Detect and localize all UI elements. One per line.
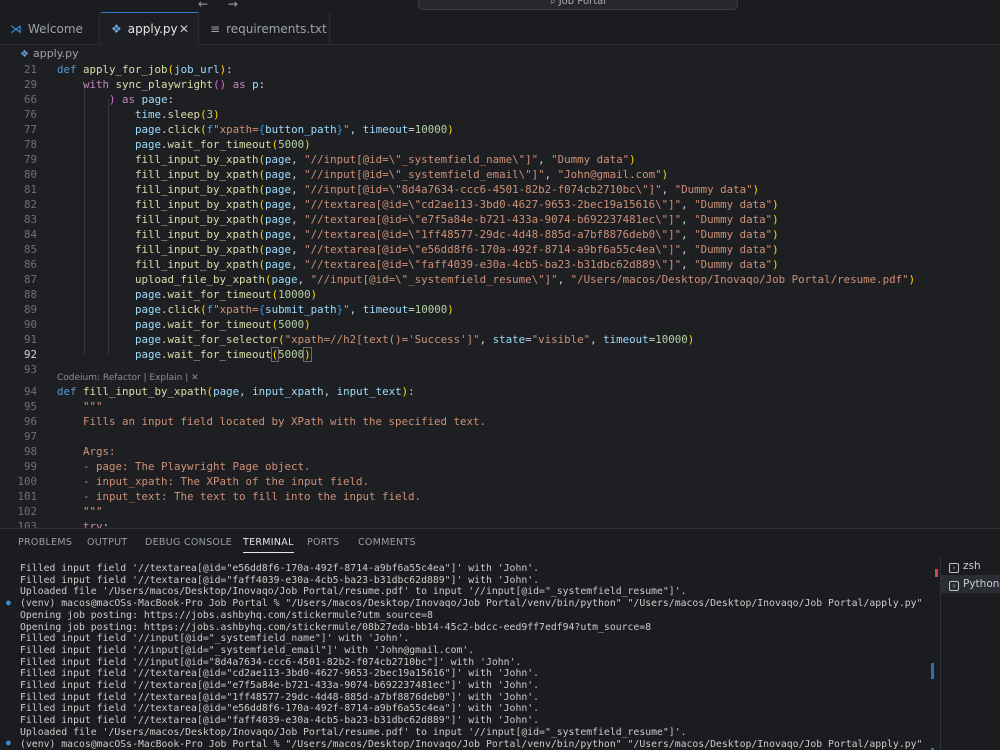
code-line: 99 - page: The Playwright Page object. bbox=[23, 460, 311, 473]
terminal-line: Uploaded file '/Users/macos/Desktop/Inov… bbox=[20, 726, 687, 738]
tab-output[interactable]: OUTPUT bbox=[87, 537, 128, 548]
terminal-line: Uploaded file '/Users/macos/Desktop/Inov… bbox=[20, 586, 687, 598]
code-line: 86 fill_input_by_xpath(page, "//textarea… bbox=[23, 258, 779, 271]
code-line: 96 Fills an input field located by XPath… bbox=[23, 415, 487, 428]
terminal-line: Filled input field '//input[@id="_system… bbox=[20, 633, 410, 645]
scrollbar-error-marker bbox=[935, 569, 938, 577]
code-line: 100 - input_xpath: The XPath of the inpu… bbox=[17, 475, 370, 488]
code-line: 88 page.wait_for_timeout(10000) bbox=[23, 288, 318, 301]
command-decoration-icon[interactable]: ● bbox=[6, 738, 11, 747]
tab-requirements-txt[interactable]: ≡ requirements.txt bbox=[200, 12, 330, 45]
nav-arrows[interactable]: ← → bbox=[198, 0, 246, 11]
terminal-icon: › bbox=[949, 563, 959, 573]
terminal-line: Filled input field '//textarea[@id="cd2a… bbox=[20, 668, 540, 680]
terminal-line: Filled input field '//textarea[@id="faff… bbox=[20, 574, 540, 586]
code-line: 95 """ bbox=[23, 400, 103, 413]
tab-label: apply.py bbox=[127, 22, 178, 36]
code-line: 98 Args: bbox=[23, 445, 116, 458]
terminal-line: Opening job posting: https://jobs.ashbyh… bbox=[20, 609, 433, 621]
code-line: 87 upload_file_by_xpath(page, "//input[@… bbox=[23, 273, 916, 286]
code-line: 81 fill_input_by_xpath(page, "//input[@i… bbox=[23, 183, 760, 196]
code-line: 76 time.sleep(3) bbox=[23, 108, 220, 121]
code-line: 90 page.wait_for_timeout(5000) bbox=[23, 318, 311, 331]
terminal-line: Filled input field '//textarea[@id="e56d… bbox=[20, 563, 540, 574]
tab-debug-console[interactable]: DEBUG CONSOLE bbox=[145, 537, 232, 548]
text-file-icon: ≡ bbox=[210, 21, 221, 36]
code-line: 29 with sync_playwright() as p: bbox=[23, 78, 266, 91]
scrollbar-marker[interactable] bbox=[931, 663, 934, 679]
terminal-item-label: zsh bbox=[963, 560, 981, 572]
code-line: 103 try: bbox=[17, 520, 110, 528]
tab-label: requirements.txt bbox=[226, 21, 327, 36]
tab-ports[interactable]: PORTS bbox=[307, 537, 339, 548]
code-line: 80 fill_input_by_xpath(page, "//input[@i… bbox=[23, 168, 669, 181]
tab-apply-py[interactable]: ❖ apply.py ✕ bbox=[101, 12, 199, 45]
code-editor[interactable]: 21 def apply_for_job(job_url): 29 with sy… bbox=[0, 62, 1000, 528]
code-line: 21 def apply_for_job(job_url): bbox=[23, 63, 233, 76]
code-line: 83 fill_input_by_xpath(page, "//textarea… bbox=[23, 213, 779, 226]
terminal-line: Opening job posting: https://jobs.ashbyh… bbox=[20, 621, 652, 633]
editor-tab-bar: ⋊ Welcome ❖ apply.py ✕ ≡ requirements.tx… bbox=[0, 12, 1000, 45]
tab-comments[interactable]: COMMENTS bbox=[358, 537, 416, 548]
terminal-line: Filled input field '//textarea[@id="e56d… bbox=[20, 703, 540, 715]
terminal-icon: › bbox=[949, 581, 959, 591]
command-center-search[interactable]: ⌕ Job Portal bbox=[418, 0, 738, 10]
code-line: 102 """ bbox=[17, 505, 103, 518]
code-line: 91 page.wait_for_selector("xpath=//h2[te… bbox=[23, 333, 695, 346]
terminal-item-label: Python bbox=[963, 578, 1000, 590]
terminal-output[interactable]: Filled input field '//textarea[@id="e56d… bbox=[0, 563, 935, 750]
terminal-line: Filled input field '//input[@id="8d4a763… bbox=[20, 656, 522, 668]
title-bar: ← → ⌕ Job Portal bbox=[0, 0, 1000, 12]
code-line: 77 page.click(f"xpath={button_path}", ti… bbox=[23, 123, 454, 136]
code-line: 94 def fill_input_by_xpath(page, input_xp… bbox=[23, 385, 415, 398]
terminal-item-python[interactable]: › Python bbox=[941, 575, 1000, 593]
breadcrumb: ❖ apply.py bbox=[0, 45, 1000, 62]
terminal-line: (venv) macos@macOSs-MacBook-Pro Job Port… bbox=[20, 738, 923, 750]
code-line: 97 bbox=[23, 430, 37, 443]
panel-tab-bar: PROBLEMS OUTPUT DEBUG CONSOLE TERMINAL P… bbox=[0, 529, 1000, 557]
tab-terminal[interactable]: TERMINAL bbox=[243, 537, 294, 553]
code-line-current: 92 page.wait_for_timeout(5000) bbox=[23, 347, 312, 362]
breadcrumb-file[interactable]: apply.py bbox=[33, 47, 79, 60]
tab-problems[interactable]: PROBLEMS bbox=[18, 537, 72, 548]
terminal-item-zsh[interactable]: › zsh bbox=[941, 557, 1000, 575]
vscode-icon: ⋊ bbox=[10, 21, 22, 36]
code-line: 79 fill_input_by_xpath(page, "//input[@i… bbox=[23, 153, 636, 166]
terminal-line: (venv) macos@macOSs-MacBook-Pro Job Port… bbox=[20, 598, 923, 610]
terminal-line: Filled input field '//input[@id="_system… bbox=[20, 644, 475, 656]
tab-label: Welcome bbox=[28, 21, 83, 36]
code-line: 82 fill_input_by_xpath(page, "//textarea… bbox=[23, 198, 779, 211]
tab-welcome[interactable]: ⋊ Welcome bbox=[0, 12, 100, 45]
code-line: 84 fill_input_by_xpath(page, "//textarea… bbox=[23, 228, 779, 241]
terminal-line: Filled input field '//textarea[@id="1ff4… bbox=[20, 691, 540, 703]
python-file-icon: ❖ bbox=[111, 22, 122, 36]
terminal-list: › zsh › Python bbox=[940, 557, 1000, 750]
code-line: 85 fill_input_by_xpath(page, "//textarea… bbox=[23, 243, 779, 256]
code-line: 89 page.click(f"xpath={submit_path}", ti… bbox=[23, 303, 454, 316]
python-file-icon: ❖ bbox=[20, 49, 29, 60]
terminal-line: Filled input field '//textarea[@id="faff… bbox=[20, 715, 540, 727]
terminal-line: Filled input field '//textarea[@id="e7f5… bbox=[20, 680, 540, 691]
code-line: 66 ) as page: bbox=[23, 93, 175, 106]
code-line: 101 - input_text: The text to fill into … bbox=[17, 490, 422, 503]
code-line: 78 page.wait_for_timeout(5000) bbox=[23, 138, 311, 151]
codeium-codelens[interactable]: Codeium: Refactor | Explain | ✕ bbox=[57, 373, 199, 383]
bottom-panel: PROBLEMS OUTPUT DEBUG CONSOLE TERMINAL P… bbox=[0, 528, 1000, 750]
close-icon[interactable]: ✕ bbox=[179, 22, 189, 36]
command-decoration-icon[interactable]: ● bbox=[6, 598, 11, 607]
